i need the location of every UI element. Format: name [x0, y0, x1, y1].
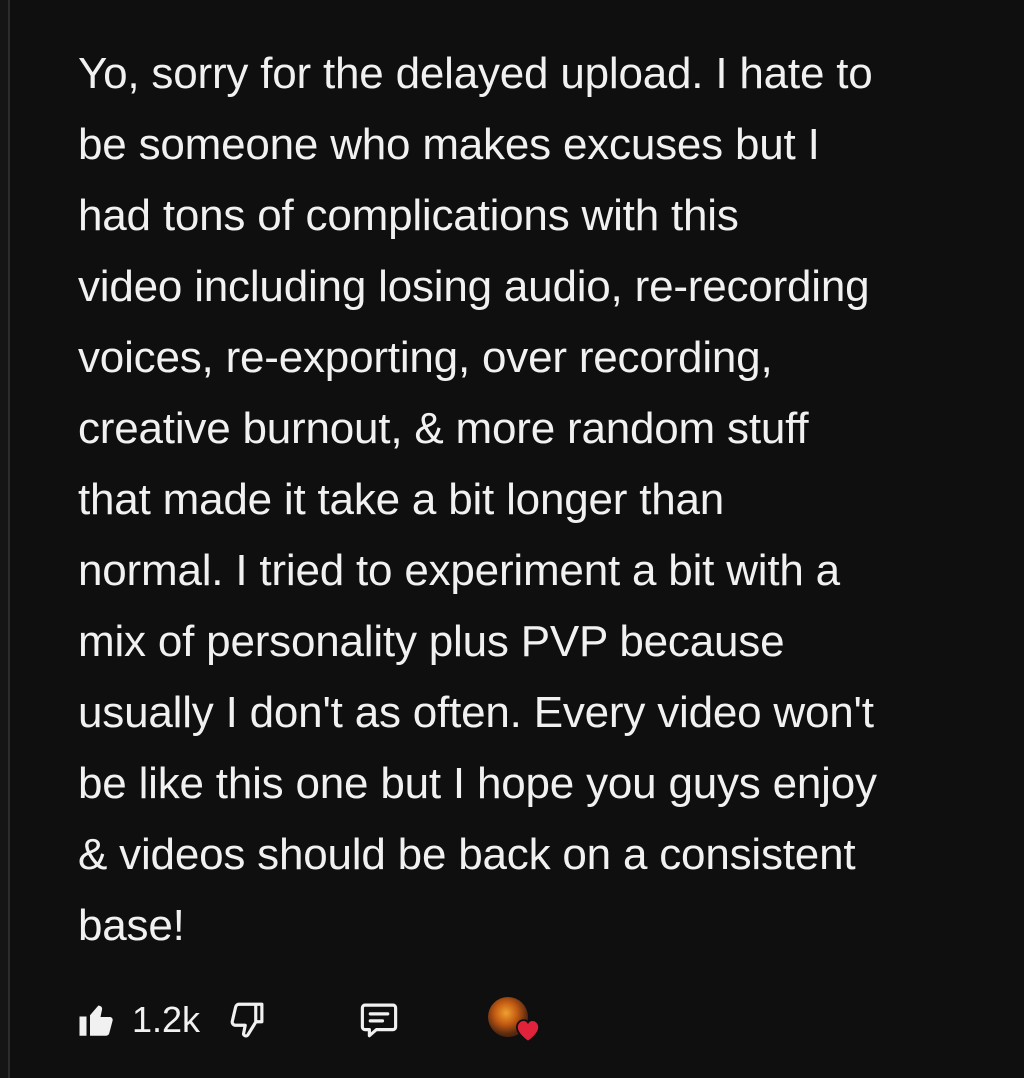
comment-line: creative burnout, & more random stuff	[78, 404, 809, 453]
comment-line: be someone who makes excuses but I	[78, 120, 820, 169]
comment-line: base!	[78, 901, 185, 950]
comment-line: normal. I tried to experiment a bit with…	[78, 546, 840, 595]
comment-line: video including losing audio, re-recordi…	[78, 262, 870, 311]
comment-line: voices, re-exporting, over recording,	[78, 333, 773, 382]
comment-line: & videos should be back on a consistent	[78, 830, 856, 879]
comment-line: usually I don't as often. Every video wo…	[78, 688, 874, 737]
comment-line: Yo, sorry for the delayed upload. I hate…	[78, 49, 873, 98]
comment-line: mix of personality plus PVP because	[78, 617, 785, 666]
like-button[interactable]	[76, 999, 118, 1041]
thread-line	[8, 0, 10, 1078]
comment-line: had tons of complications with this	[78, 191, 739, 240]
reply-button[interactable]	[358, 999, 400, 1041]
creator-heart	[488, 997, 541, 1043]
creator-heart-icon	[516, 1019, 541, 1043]
thumbs-up-icon	[79, 1005, 113, 1036]
left-border	[0, 0, 8, 1078]
thumbs-down-icon	[230, 1002, 264, 1038]
comment-icon	[360, 1003, 398, 1038]
comment-text: Yo, sorry for the delayed upload. I hate…	[78, 38, 978, 961]
comment-line: be like this one but I hope you guys enj…	[78, 759, 877, 808]
like-count: 1.2k	[132, 999, 201, 1040]
comment-actions: 1.2k	[76, 990, 541, 1050]
comment-line: that made it take a bit longer than	[78, 475, 725, 524]
dislike-button[interactable]	[226, 999, 268, 1041]
